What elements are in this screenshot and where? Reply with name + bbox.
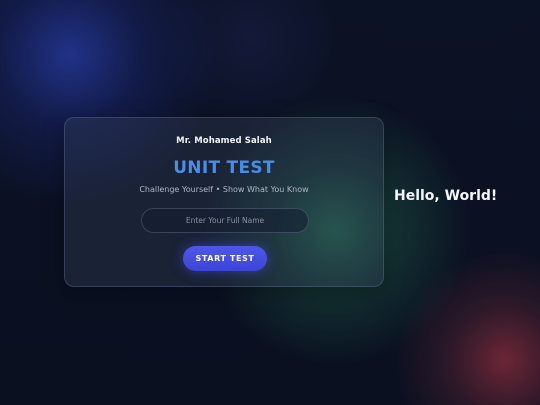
page-title: UNIT TEST	[173, 158, 275, 178]
hello-world-text: Hello, World!	[394, 188, 498, 204]
author-name: Mr. Mohamed Salah	[176, 136, 272, 146]
full-name-input[interactable]	[141, 208, 309, 233]
test-card: Mr. Mohamed Salah UNIT TEST Challenge Yo…	[64, 117, 384, 287]
subtitle: Challenge Yourself • Show What You Know	[139, 185, 309, 194]
start-test-button[interactable]: START TEST	[183, 246, 267, 271]
